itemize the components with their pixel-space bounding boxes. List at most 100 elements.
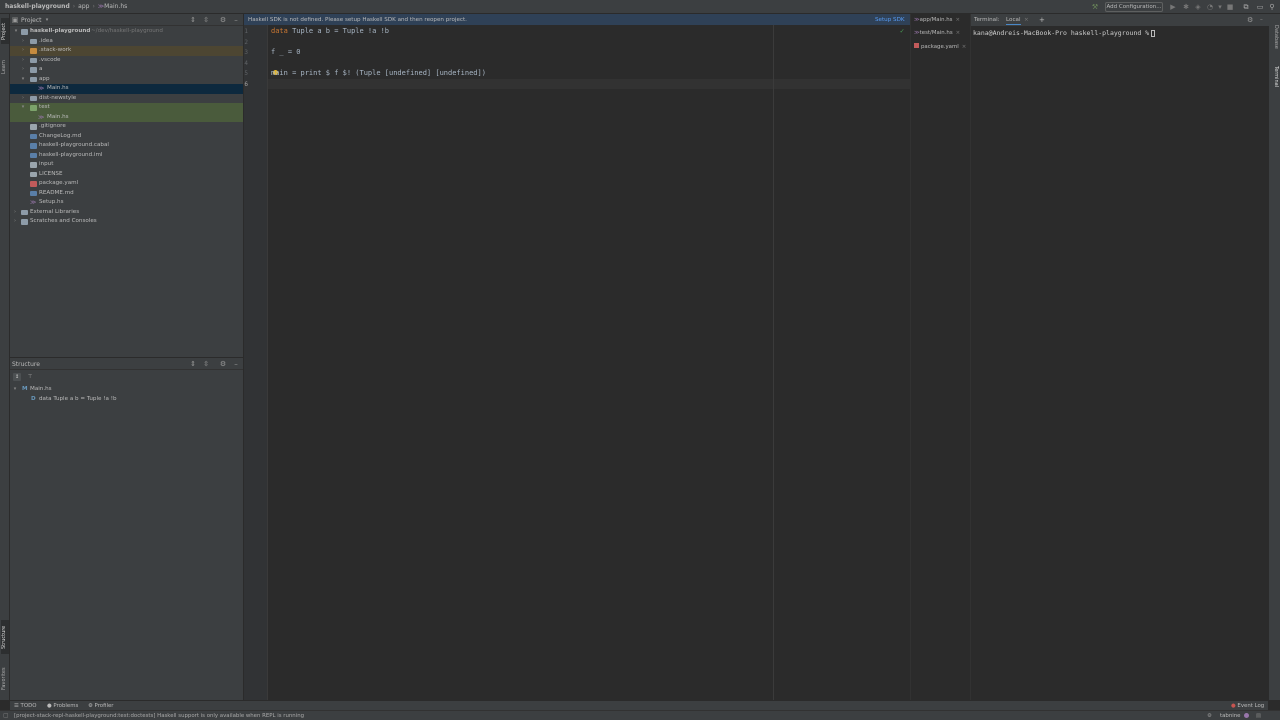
layout-icon[interactable]: ▭ xyxy=(1256,3,1264,11)
close-icon[interactable]: × xyxy=(956,30,961,36)
expand-all-icon[interactable]: ⇕ xyxy=(189,360,197,368)
breadcrumb-project[interactable]: haskell-playground xyxy=(5,3,70,10)
add-terminal-icon[interactable]: + xyxy=(1039,16,1045,24)
chevron-right-icon[interactable]: › xyxy=(12,208,18,218)
tree-item-dist-newstyle[interactable]: › dist-newstyle xyxy=(10,94,243,104)
gear-icon[interactable]: ⚙ xyxy=(1247,16,1253,24)
close-icon[interactable]: × xyxy=(955,17,960,23)
chevron-right-icon[interactable]: › xyxy=(20,37,26,47)
memory-indicator-icon[interactable]: ▤ xyxy=(1256,713,1261,719)
tab-learn[interactable]: Learn xyxy=(1,54,9,80)
check-icon[interactable]: ✓ xyxy=(900,27,904,35)
gear-icon[interactable]: ⚙ xyxy=(219,16,227,24)
tree-item-test[interactable]: ▾ test xyxy=(10,103,243,113)
tab-terminal[interactable]: Terminal xyxy=(1271,62,1279,92)
close-icon[interactable]: × xyxy=(1024,17,1029,23)
profile-icon[interactable]: ◔ xyxy=(1206,3,1214,11)
tree-item-input[interactable]: input xyxy=(10,160,243,170)
tab-favorites[interactable]: Favorites xyxy=(1,662,9,696)
tab-database[interactable]: Database xyxy=(1271,22,1279,52)
tab-project[interactable]: Project xyxy=(1,18,9,44)
excluded-folder-icon xyxy=(30,48,37,54)
tree-item-scratches[interactable]: › Scratches and Consoles xyxy=(10,217,243,227)
setup-sdk-link[interactable]: Setup SDK xyxy=(875,17,905,23)
tab-app-main-hs[interactable]: ≫app/Main.hs × xyxy=(914,17,960,23)
collapse-all-icon[interactable]: ⇳ xyxy=(202,360,210,368)
run-icon[interactable]: ▶ xyxy=(1169,3,1177,11)
chevron-down-icon[interactable]: ▾ xyxy=(20,75,26,85)
build-hammer-icon[interactable]: ⚒ xyxy=(1091,3,1099,11)
code-editor[interactable]: ✓ data Tuple a b = Tuple !a !b f _ = 0 m… xyxy=(268,25,910,700)
tree-item-package-yaml[interactable]: package.yaml xyxy=(10,179,243,189)
chevron-right-icon[interactable]: › xyxy=(20,65,26,75)
tree-item-stack-work[interactable]: › .stack-work xyxy=(10,46,243,56)
breadcrumb-file[interactable]: Main.hs xyxy=(104,3,127,10)
tree-item-iml[interactable]: haskell-playground.iml xyxy=(10,151,243,161)
tree-item-external-libraries[interactable]: › External Libraries xyxy=(10,208,243,218)
tab-test-main-hs[interactable]: ≫test/Main.hs × xyxy=(914,30,960,36)
chevron-right-icon[interactable]: › xyxy=(20,56,26,66)
tree-item-cabal[interactable]: haskell-playground.cabal xyxy=(10,141,243,151)
expand-all-icon[interactable]: ⇕ xyxy=(189,16,197,24)
tree-item-app-main-hs[interactable]: ≫ Main.hs xyxy=(10,84,243,94)
chevron-right-icon[interactable]: › xyxy=(20,94,26,104)
tabnine-status[interactable]: tabnine xyxy=(1220,713,1241,719)
stop-icon[interactable]: ■ xyxy=(1226,3,1234,11)
tree-item-changelog[interactable]: ChangeLog.md xyxy=(10,132,243,142)
vcs-icon[interactable]: ⧉ xyxy=(1242,3,1250,11)
chevron-down-icon[interactable]: ▾ xyxy=(43,16,51,24)
tree-item-test-main-hs[interactable]: ≫ Main.hs xyxy=(10,112,243,122)
terminal-tab-local[interactable]: Local xyxy=(1006,17,1021,25)
tree-item-readme[interactable]: README.md xyxy=(10,189,243,199)
tree-item-app[interactable]: ▾ app xyxy=(10,75,243,85)
tree-item-idea[interactable]: › .idea xyxy=(10,37,243,47)
tree-item-a[interactable]: › a xyxy=(10,65,243,75)
toggle-tool-windows-icon[interactable]: ▢ xyxy=(3,712,9,719)
settings-icon[interactable]: ⚙ xyxy=(1207,713,1212,719)
folder-icon xyxy=(30,67,37,73)
line-number: 3 xyxy=(244,49,248,56)
chevron-down-icon[interactable]: ▾ xyxy=(20,103,26,113)
code-line-5: main = print $ f $! (Tuple [undefined] [… xyxy=(271,69,486,77)
structure-file-row[interactable]: ▾ M Main.hs xyxy=(10,385,243,395)
breadcrumb-folder[interactable]: app xyxy=(78,3,89,10)
chevron-right-icon[interactable]: › xyxy=(12,217,18,227)
close-icon[interactable]: × xyxy=(962,44,967,50)
tab-package-yaml[interactable]: package.yaml × xyxy=(914,42,967,50)
tree-item-setup-hs[interactable]: ≫ Setup.hs xyxy=(10,198,243,208)
root-name: haskell-playground xyxy=(30,28,91,34)
tab-structure[interactable]: Structure xyxy=(1,620,9,654)
event-log-tool-button[interactable]: ● Event Log xyxy=(1231,703,1264,709)
chevron-down-icon[interactable]: ▾ xyxy=(12,385,18,395)
chevron-right-icon[interactable]: › xyxy=(20,46,26,56)
minimize-icon[interactable]: – xyxy=(232,360,240,368)
todo-tool-button[interactable]: ☰ TODO xyxy=(14,703,36,709)
structure-entry-row[interactable]: D data Tuple a b = Tuple !a !b xyxy=(10,395,243,405)
hs-file-icon: ≫ xyxy=(38,113,45,121)
project-panel-title[interactable]: Project xyxy=(21,17,42,24)
gear-icon[interactable]: ⚙ xyxy=(219,360,227,368)
tree-root[interactable]: ▾ haskell-playground ~/dev/haskell-playg… xyxy=(10,27,243,37)
add-configuration-button[interactable]: Add Configuration... xyxy=(1105,2,1163,12)
terminal-prompt: kana@Andreis-MacBook-Pro haskell-playgro… xyxy=(973,29,1150,37)
chevron-down-icon[interactable]: ▾ xyxy=(13,27,19,37)
coverage-icon[interactable]: ◈ xyxy=(1194,3,1202,11)
search-icon[interactable]: ⚲ xyxy=(1268,3,1276,11)
code-line-1: data Tuple a b = Tuple !a !b xyxy=(271,27,390,35)
debug-icon[interactable]: ✱ xyxy=(1182,3,1190,11)
minimize-icon[interactable]: – xyxy=(232,16,240,24)
tree-item-vscode[interactable]: › .vscode xyxy=(10,56,243,66)
tree-item-license[interactable]: LICENSE xyxy=(10,170,243,180)
terminal-output[interactable]: kana@Andreis-MacBook-Pro haskell-playgro… xyxy=(973,29,1156,37)
sort-alpha-icon[interactable]: ↕ xyxy=(13,373,21,381)
minimize-icon[interactable]: – xyxy=(1260,17,1263,23)
tabnine-icon xyxy=(1244,713,1249,718)
problems-tool-button[interactable]: ● Problems xyxy=(47,703,78,709)
collapse-all-icon[interactable]: ⇳ xyxy=(202,16,210,24)
tree-item-gitignore[interactable]: .gitignore xyxy=(10,122,243,132)
data-decl-icon: D xyxy=(31,395,36,402)
filter-icon[interactable]: ⊤ xyxy=(26,373,34,381)
more-actions-icon[interactable]: ▾ xyxy=(1216,3,1224,11)
editor-gutter[interactable]: 1 2 3 4 5 6 xyxy=(244,25,268,700)
profiler-tool-button[interactable]: ⚙ Profiler xyxy=(88,703,114,709)
